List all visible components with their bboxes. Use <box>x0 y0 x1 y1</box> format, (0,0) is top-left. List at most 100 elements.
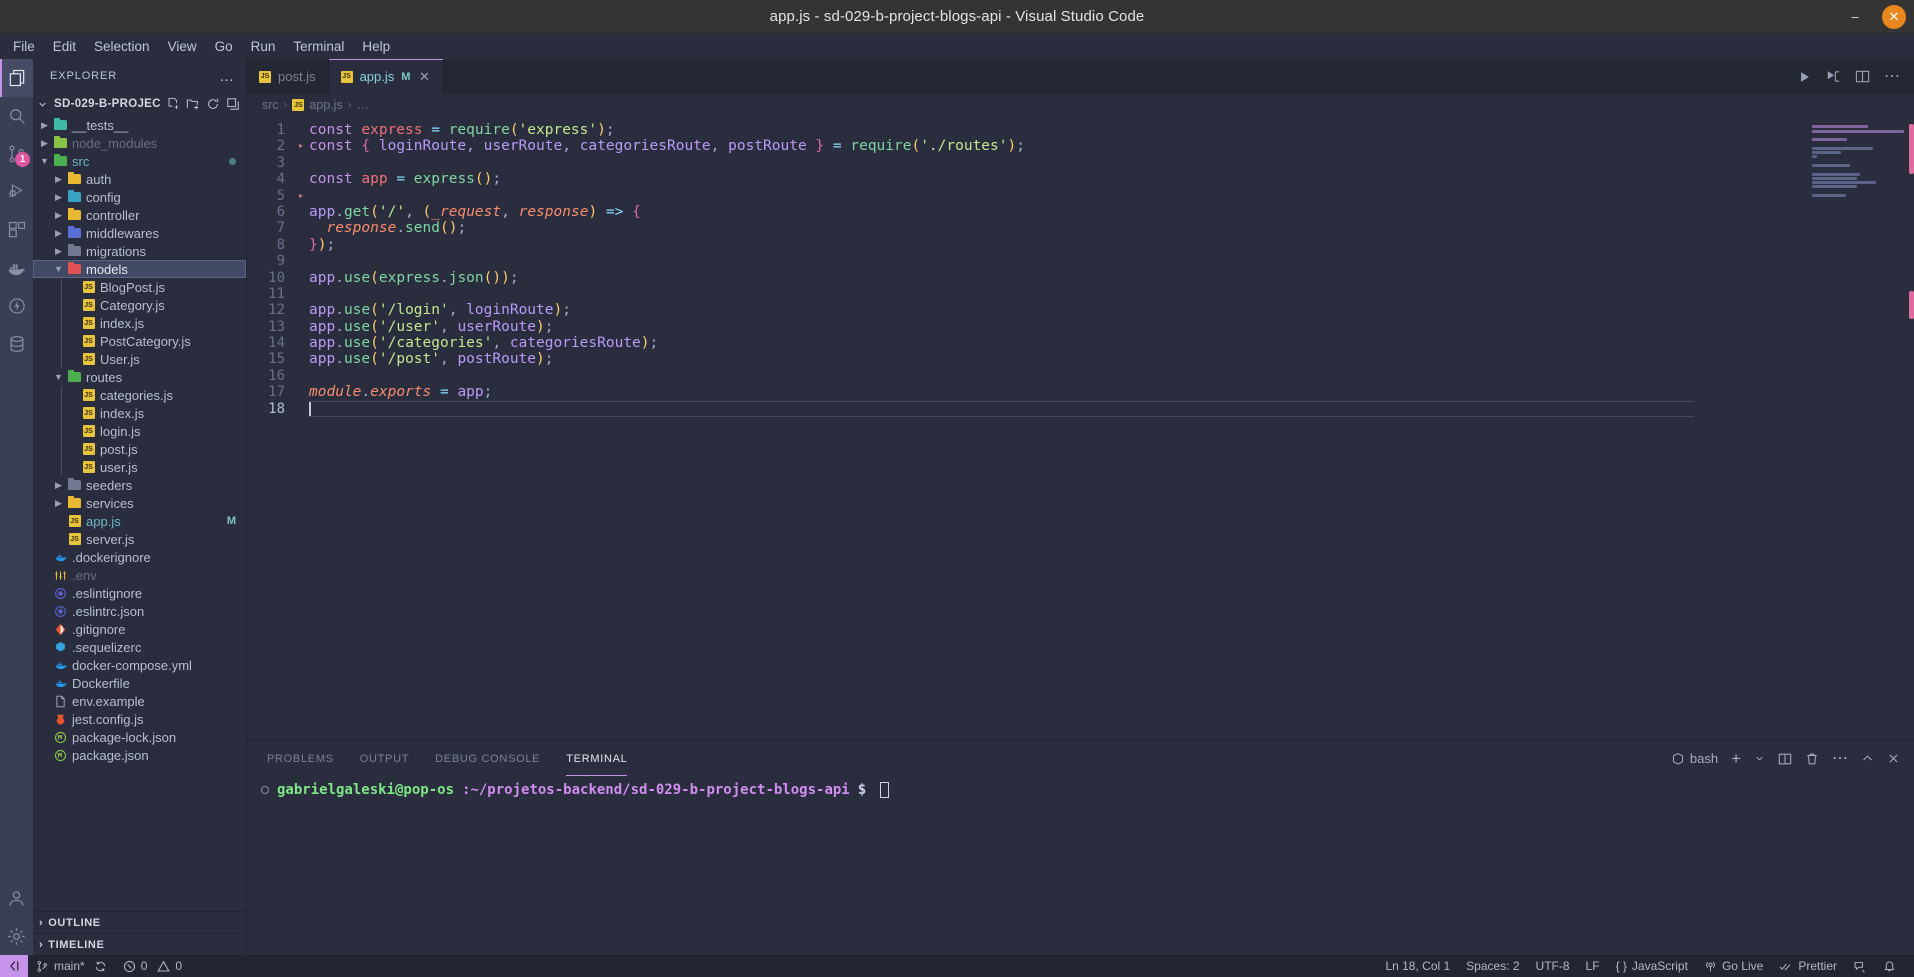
remote-indicator[interactable] <box>0 955 28 977</box>
activity-source-control[interactable]: 1 <box>0 135 33 173</box>
code-content[interactable]: const express = require('express'); const… <box>309 116 1804 740</box>
tree-folder-row[interactable]: ▶ auth <box>33 170 246 188</box>
panel-tab-problems[interactable]: PROBLEMS <box>267 741 334 776</box>
file-tree[interactable]: ▶ __tests__ ▶ node_modules ▼ src ▶ auth ▶ config ▶… <box>33 115 246 911</box>
fold-marker[interactable] <box>299 384 309 400</box>
fold-marker[interactable] <box>299 253 309 269</box>
tree-file-row[interactable]: JS login.js <box>33 422 246 440</box>
menu-go[interactable]: Go <box>206 36 242 57</box>
chevron-right-icon[interactable]: ▶ <box>51 480 66 491</box>
breadcrumb-src[interactable]: src <box>262 98 279 112</box>
fold-marker[interactable] <box>299 286 309 302</box>
fold-marker[interactable]: ▸ <box>299 138 309 154</box>
status-branch[interactable]: main* <box>28 955 115 977</box>
tree-folder-row[interactable]: ▶ __tests__ <box>33 116 246 134</box>
tree-file-row[interactable]: JS index.js <box>33 404 246 422</box>
tree-file-row[interactable]: docker-compose.yml <box>33 656 246 674</box>
activity-search[interactable] <box>0 97 33 135</box>
activity-database[interactable] <box>0 325 33 363</box>
terminal-shell-selector[interactable]: bash <box>1671 751 1718 766</box>
tree-file-row[interactable]: JS PostCategory.js <box>33 332 246 350</box>
maximize-panel-icon[interactable] <box>1861 752 1874 765</box>
chevron-right-icon[interactable]: ▶ <box>51 210 66 221</box>
activity-extensions[interactable] <box>0 211 33 249</box>
menu-view[interactable]: View <box>159 36 206 57</box>
activity-accounts[interactable] <box>0 879 33 917</box>
chevron-right-icon[interactable]: ▶ <box>51 498 66 509</box>
menu-terminal[interactable]: Terminal <box>284 36 353 57</box>
panel-tab-terminal[interactable]: TERMINAL <box>566 741 627 776</box>
chevron-right-icon[interactable]: ▶ <box>51 192 66 203</box>
tree-file-row[interactable]: .eslintrc.json <box>33 602 246 620</box>
collapse-all-icon[interactable] <box>226 97 240 111</box>
fold-marker[interactable] <box>299 155 309 171</box>
code-editor[interactable]: 1 2 3 4 5 6 7 8 9 10 11 12 13 14 15 16 17 18 ▸ ▸ const exp… <box>247 116 1914 740</box>
fold-marker[interactable] <box>299 351 309 367</box>
chevron-right-icon[interactable]: ▶ <box>37 138 52 149</box>
tree-folder-row[interactable]: ▶ seeders <box>33 476 246 494</box>
tree-folder-row[interactable]: ▼ routes <box>33 368 246 386</box>
close-panel-icon[interactable] <box>1887 752 1900 765</box>
fold-marker[interactable] <box>299 171 309 187</box>
timeline-section[interactable]: › TIMELINE <box>33 933 246 955</box>
breadcrumb-file[interactable]: app.js <box>309 98 342 112</box>
panel-tab-debug-console[interactable]: DEBUG CONSOLE <box>435 741 540 776</box>
new-folder-icon[interactable] <box>186 97 200 111</box>
chevron-down-icon[interactable] <box>1754 753 1765 764</box>
activity-thunder-client[interactable] <box>0 287 33 325</box>
tree-folder-row[interactable]: ▶ node_modules <box>33 134 246 152</box>
tree-folder-row[interactable]: ▶ migrations <box>33 242 246 260</box>
status-go-live[interactable]: Go Live <box>1696 955 1771 977</box>
tree-folder-row[interactable]: ▶ services <box>33 494 246 512</box>
tree-folder-row[interactable]: ▼ src <box>33 152 246 170</box>
split-editor-icon[interactable] <box>1855 69 1870 84</box>
status-language-mode[interactable]: { } JavaScript <box>1608 955 1696 977</box>
tree-file-row[interactable]: JS User.js <box>33 350 246 368</box>
outline-section[interactable]: › OUTLINE <box>33 911 246 933</box>
menu-file[interactable]: File <box>4 36 44 57</box>
tab-post-js[interactable]: JS post.js <box>247 59 329 94</box>
tab-app-js[interactable]: JS app.js M ✕ <box>328 59 445 94</box>
split-terminal-icon[interactable] <box>1778 752 1792 766</box>
tree-file-row[interactable]: .gitignore <box>33 620 246 638</box>
explorer-more-icon[interactable]: … <box>213 68 240 85</box>
minimize-button[interactable]: – <box>1842 4 1868 30</box>
fold-marker[interactable] <box>299 368 309 384</box>
new-file-icon[interactable] <box>166 97 180 111</box>
chevron-right-icon[interactable]: ▶ <box>37 120 52 131</box>
activity-docker[interactable] <box>0 249 33 287</box>
status-problems[interactable]: 0 0 <box>115 955 190 977</box>
fold-marker[interactable] <box>299 122 309 138</box>
chevron-right-icon[interactable]: ▶ <box>51 174 66 185</box>
menu-edit[interactable]: Edit <box>44 36 85 57</box>
activity-run-and-debug[interactable] <box>0 173 33 211</box>
folding-gutter[interactable]: ▸ ▸ <box>299 116 309 740</box>
tree-file-row[interactable]: env.example <box>33 692 246 710</box>
workspace-root-row[interactable]: SD-029-B-PROJECT-BLOGS... <box>33 93 246 115</box>
tree-file-row[interactable]: JS BlogPost.js <box>33 278 246 296</box>
tree-folder-row[interactable]: ▶ config <box>33 188 246 206</box>
activity-explorer[interactable] <box>0 59 33 97</box>
status-prettier[interactable]: Prettier <box>1771 955 1845 977</box>
activity-settings[interactable] <box>0 917 33 955</box>
tree-folder-row[interactable]: ▶ controller <box>33 206 246 224</box>
tree-file-row[interactable]: jest.config.js <box>33 710 246 728</box>
split-run-icon[interactable] <box>1826 69 1841 84</box>
chevron-right-icon[interactable]: ▶ <box>51 246 66 257</box>
menu-help[interactable]: Help <box>353 36 399 57</box>
more-actions-icon[interactable]: ⋯ <box>1832 750 1848 766</box>
panel-tab-output[interactable]: OUTPUT <box>360 741 409 776</box>
chevron-right-icon[interactable]: ▶ <box>51 228 66 239</box>
run-icon[interactable] <box>1798 70 1812 84</box>
new-terminal-icon[interactable]: + <box>1731 749 1741 769</box>
breadcrumb-symbols[interactable]: … <box>356 98 369 112</box>
status-indentation[interactable]: Spaces: 2 <box>1458 955 1527 977</box>
fold-marker[interactable] <box>299 204 309 220</box>
fold-marker[interactable] <box>299 270 309 286</box>
tree-file-row[interactable]: JS categories.js <box>33 386 246 404</box>
status-encoding[interactable]: UTF-8 <box>1528 955 1578 977</box>
tree-file-row[interactable]: package.json <box>33 746 246 764</box>
chevron-down-icon[interactable]: ▼ <box>37 156 52 166</box>
kill-terminal-icon[interactable] <box>1805 752 1819 766</box>
close-button[interactable]: ✕ <box>1882 4 1906 29</box>
